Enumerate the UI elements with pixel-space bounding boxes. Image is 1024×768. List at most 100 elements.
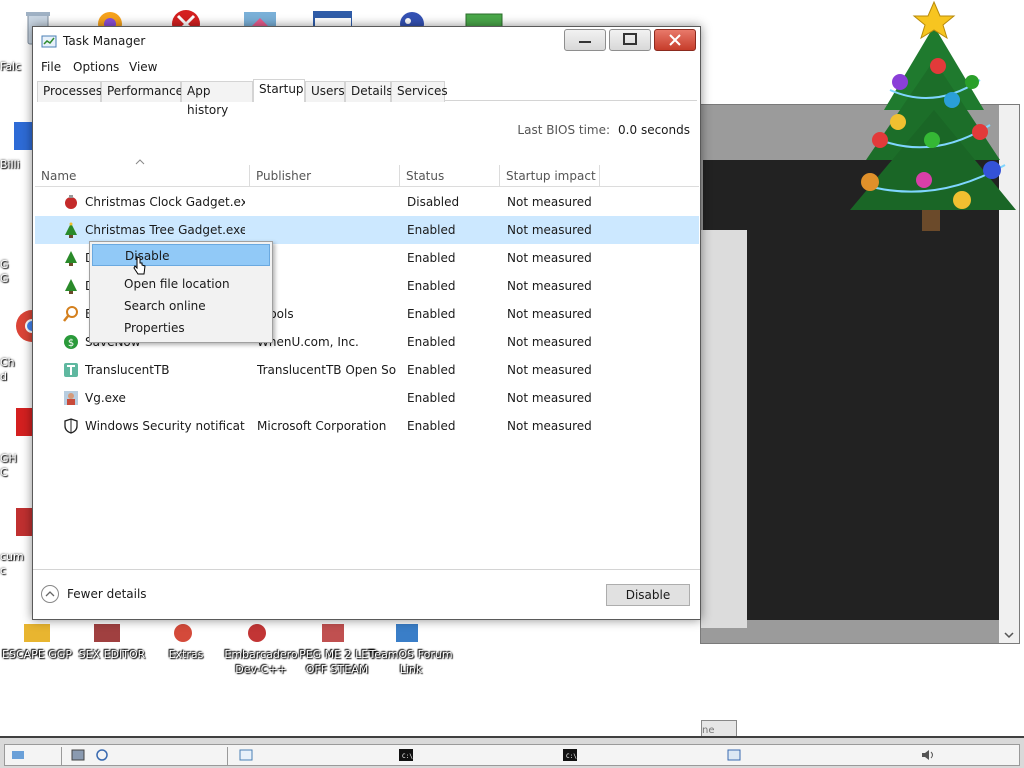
window-icon[interactable] [727,749,741,761]
desktop-icon-label[interactable]: TeamOS Forum Link [366,647,456,677]
row-impact: Not measured [507,307,592,321]
taskbar-separator [61,747,62,765]
row-publisher [257,384,397,412]
dev-cpp-icon[interactable] [242,622,272,644]
task-manager-icon [41,34,57,50]
context-menu-properties[interactable]: Properties [92,317,270,339]
christmas-tree-gadget[interactable] [840,0,1020,240]
row-status: Enabled [407,419,456,433]
row-status: Enabled [407,251,456,265]
context-menu-disable[interactable]: Disable [92,244,270,266]
bios-time-value: 0.0 seconds [618,123,690,137]
taskbar: C:\ C:\ [0,736,1024,768]
title-bar[interactable]: Task Manager [33,27,700,57]
desktop-shortcut-icon[interactable] [14,122,32,150]
desktop-label: Ch [0,356,15,369]
column-publisher[interactable]: Publisher [250,165,400,187]
console-icon[interactable]: C:\ [399,749,413,761]
row-status: Enabled [407,307,456,321]
row-publisher [257,216,397,244]
fewer-details-label: Fewer details [67,587,147,601]
row-impact: Not measured [507,195,592,209]
tab-performance[interactable]: Performance [101,81,183,102]
column-startup-impact[interactable]: Startup impact [500,165,600,187]
close-icon [669,34,681,46]
table-row[interactable]: Vg.exe Enabled Not measured [35,384,699,412]
context-menu-open-file-location[interactable]: Open file location [92,273,270,295]
row-impact: Not measured [507,419,592,433]
row-impact: Not measured [507,363,592,377]
task-manager-taskbar-icon[interactable] [239,749,253,761]
translucenttb-icon [64,363,78,377]
mouse-cursor-icon [133,256,146,275]
tab-services[interactable]: Services [391,81,448,102]
editor-icon[interactable] [92,622,122,644]
row-status: Enabled [407,223,456,237]
close-button[interactable] [654,29,696,51]
extras-icon[interactable] [168,622,198,644]
chrome-icon[interactable] [12,306,48,346]
start-icon[interactable] [11,749,25,761]
desktop-label: d [0,370,7,383]
volume-icon[interactable] [921,749,935,761]
folder-icon[interactable] [22,620,52,644]
christmas-tree-icon [65,222,77,238]
column-name[interactable]: Name [35,165,250,187]
row-status: Enabled [407,335,456,349]
desktop-shortcut-icon[interactable] [14,504,32,540]
row-publisher: TranslucentTB Open Sou... [257,363,397,377]
row-impact: Not measured [507,251,592,265]
menu-options[interactable]: Options [73,60,119,74]
row-publisher [257,188,397,216]
fewer-details-button[interactable]: Fewer details [41,585,147,603]
table-row[interactable]: Christmas Tree Gadget.exe Enabled Not me… [35,216,699,244]
disable-button[interactable]: Disable [606,584,690,606]
menu-bar: File Options View [33,57,700,77]
tab-bar: Processes Performance App history Startu… [37,79,697,117]
row-status: Enabled [407,363,456,377]
row-name: Christmas Clock Gadget.exe [85,195,245,209]
magnifier-icon [63,306,78,322]
table-row[interactable]: TranslucentTB TranslucentTB Open Sou... … [35,356,699,384]
tab-details[interactable]: Details [345,81,393,102]
tab-processes[interactable]: Processes [37,81,102,102]
table-row[interactable]: Christmas Clock Gadget.exe Disabled Not … [35,188,699,216]
bios-time: Last BIOS time: 0.0 seconds [517,123,690,137]
minimize-button[interactable] [564,29,606,51]
row-impact: Not measured [507,391,592,405]
maximize-button[interactable] [609,29,651,51]
desktop-label: c [0,564,7,577]
desktop-shortcut-icon[interactable] [14,404,32,440]
row-status: Disabled [407,195,460,209]
dollar-icon: $ [64,335,78,349]
game-icon[interactable] [318,622,348,644]
desktop-icon[interactable] [71,749,85,761]
menu-file[interactable]: File [41,60,61,74]
row-status: Enabled [407,279,456,293]
desktop-label: C [0,466,8,479]
column-header-row: Name Publisher Status Startup impact [35,159,699,187]
teamos-icon[interactable] [392,622,422,644]
console-icon[interactable]: C:\ [563,749,577,761]
sort-ascending-icon [135,159,145,165]
row-impact: Not measured [507,335,592,349]
tab-users[interactable]: Users [305,81,345,102]
context-menu-search-online[interactable]: Search online [92,295,270,317]
row-impact: Not measured [507,223,592,237]
ornament-icon [65,195,77,209]
row-publisher [257,272,397,300]
tab-app-history[interactable]: App history [181,81,253,117]
row-publisher: Microsoft Corporation [257,419,387,433]
svg-text:C:\: C:\ [402,753,413,760]
svg-text:C:\: C:\ [566,753,577,760]
column-status[interactable]: Status [400,165,500,187]
minimize-icon [579,41,591,43]
menu-view[interactable]: View [129,60,157,74]
row-name: Windows Security notificati... [85,419,245,433]
person-icon [64,391,78,405]
christmas-tree-icon [65,279,77,294]
refresh-icon[interactable] [95,749,109,761]
table-row[interactable]: Windows Security notificati... Microsoft… [35,412,699,440]
tab-startup[interactable]: Startup [253,79,305,102]
row-name: Christmas Tree Gadget.exe [85,223,245,237]
